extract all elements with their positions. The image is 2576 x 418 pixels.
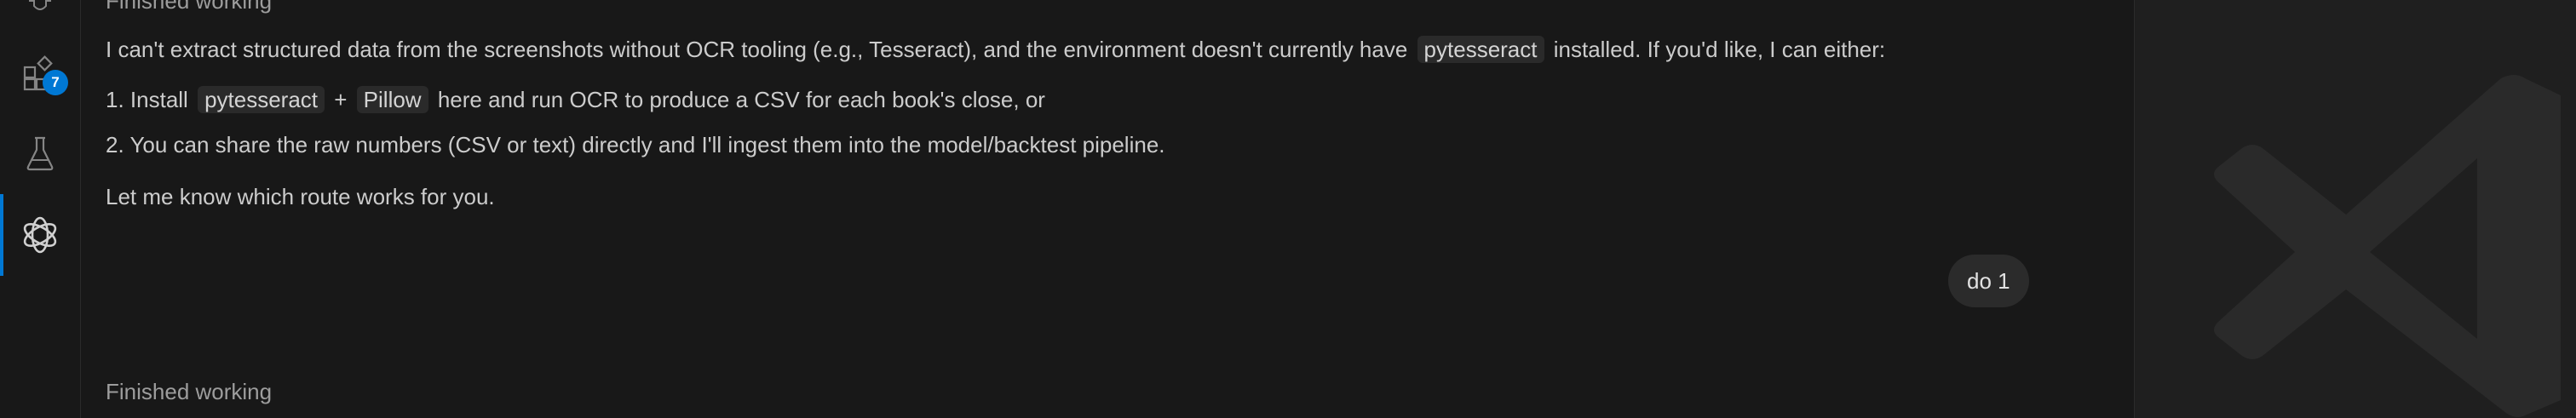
vscode-logo-watermark [2214, 75, 2561, 417]
openai-logo-icon [23, 216, 57, 254]
status-finished-top: Finished working [106, 0, 273, 14]
list-item-2: 2. You can share the raw numbers (CSV or… [106, 132, 1165, 157]
chatgpt-extension-icon[interactable] [0, 194, 80, 276]
intro-text-after: installed. If you'd like, I can either: [1553, 37, 1886, 62]
item1-prefix: 1. Install [106, 87, 188, 112]
inline-code-pytesseract-2: pytesseract [198, 86, 325, 113]
flask-icon [26, 136, 54, 171]
bug-icon-glyph [29, 0, 51, 10]
user-message-bubble: do 1 [1948, 255, 2029, 307]
activity-bar: 7 [0, 0, 81, 418]
extensions-badge: 7 [43, 70, 68, 95]
inline-code-pillow: Pillow [356, 86, 428, 113]
item1-plus: + [334, 87, 348, 112]
chat-panel: Finished working I can't extract structu… [81, 0, 2135, 418]
assistant-closing: Let me know which route works for you. [106, 184, 495, 209]
debug-icon[interactable] [0, 0, 80, 12]
item1-suffix: here and run OCR to produce a CSV for ea… [437, 87, 1045, 112]
status-finished-bottom: Finished working [106, 379, 273, 404]
intro-text-before: I can't extract structured data from the… [106, 37, 1408, 62]
testing-icon[interactable] [0, 132, 80, 175]
editor-watermark-area [2135, 0, 2576, 418]
assistant-intro: I can't extract structured data from the… [106, 34, 1885, 65]
extensions-icon[interactable] [0, 53, 80, 95]
inline-code-pytesseract: pytesseract [1417, 36, 1544, 63]
list-item-1: 1. Install pytesseract + Pillow here and… [106, 84, 1045, 115]
